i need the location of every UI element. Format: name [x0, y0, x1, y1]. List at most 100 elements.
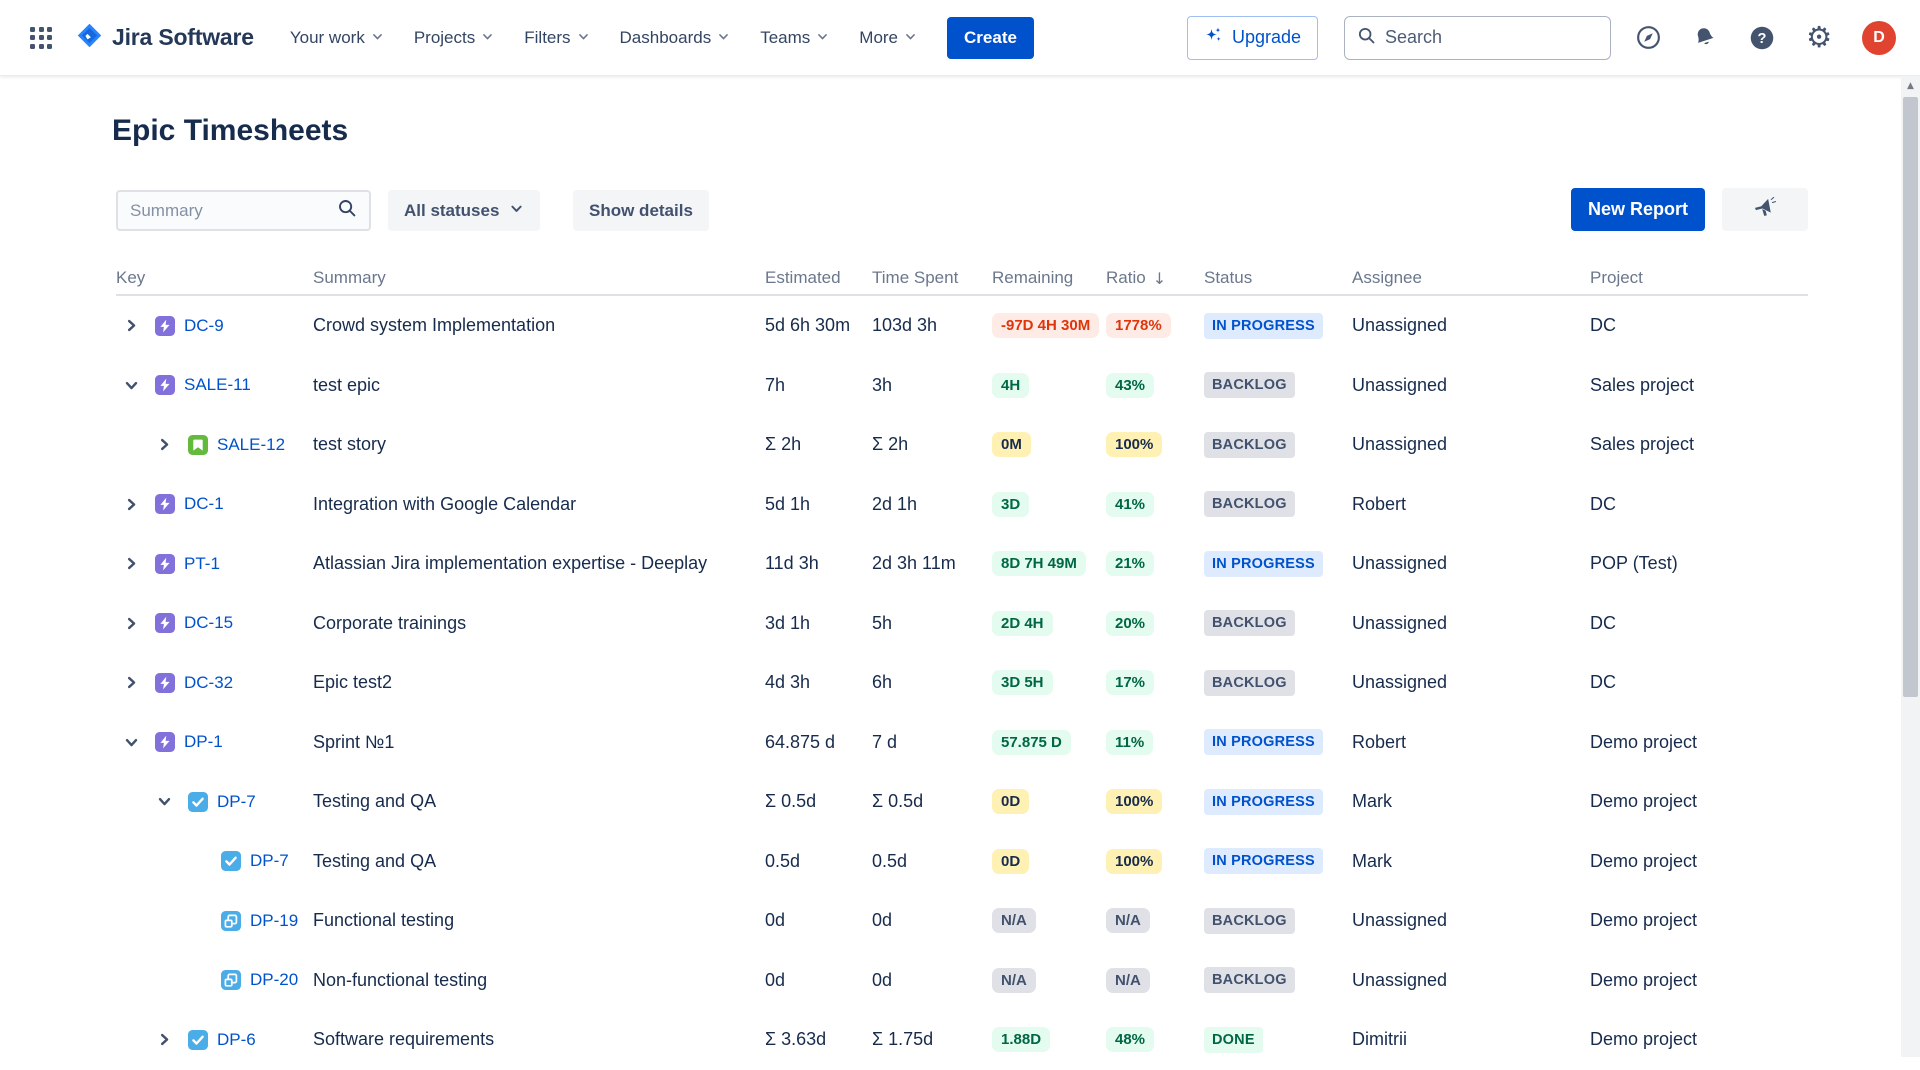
project-name: Demo project — [1590, 970, 1697, 991]
summary-filter[interactable] — [116, 190, 371, 231]
chevron-down-icon[interactable] — [149, 793, 188, 810]
column-header-label: Key — [116, 268, 145, 288]
column-header-summary[interactable]: Summary — [313, 268, 765, 288]
column-header-label: Summary — [313, 268, 386, 288]
summary-filter-input[interactable] — [130, 201, 337, 221]
estimated-value: 7h — [765, 375, 785, 396]
nav-item-more[interactable]: More — [859, 28, 917, 48]
compass-icon[interactable] — [1634, 24, 1662, 52]
status-badge: BACKLOG — [1204, 670, 1295, 696]
jira-logo[interactable]: Jira Software — [76, 22, 254, 54]
column-header-remaining[interactable]: Remaining — [992, 268, 1106, 288]
remaining-badge: 57.875 D — [992, 730, 1071, 755]
ratio-badge: N/A — [1106, 968, 1150, 993]
issue-key-link[interactable]: DP-19 — [250, 911, 298, 931]
app-switcher-icon[interactable] — [30, 27, 52, 49]
estimated-value: 5d 6h 30m — [765, 315, 850, 336]
estimated-value: 11d 3h — [765, 553, 819, 574]
primary-nav: Your work Projects Filters Dashboards Teams M… — [290, 28, 917, 48]
vertical-scrollbar[interactable]: ▲ — [1901, 76, 1920, 1057]
column-header-project[interactable]: Project — [1590, 268, 1808, 288]
table-row: SALE-11test epic7h3h4H43%BACKLOGUnassign… — [116, 356, 1808, 416]
chevron-down-icon[interactable] — [116, 377, 155, 394]
table-row: DP-20Non-functional testing0d0dN/AN/ABAC… — [116, 951, 1808, 1011]
chevron-right-icon[interactable] — [116, 674, 155, 691]
nav-item-teams[interactable]: Teams — [760, 28, 829, 48]
nav-item-dashboards[interactable]: Dashboards — [620, 28, 731, 48]
app-name: Jira Software — [112, 24, 254, 51]
gear-icon[interactable]: ⚙︎ — [1805, 24, 1833, 52]
column-header-time-spent[interactable]: Time Spent — [872, 268, 992, 288]
column-header-status[interactable]: Status — [1204, 268, 1352, 288]
epic-icon — [155, 554, 184, 574]
issue-key-link[interactable]: DP-1 — [184, 732, 223, 752]
ratio-badge: 41% — [1106, 492, 1154, 517]
project-name: DC — [1590, 315, 1616, 336]
project-name: Demo project — [1590, 791, 1697, 812]
chevron-right-icon[interactable] — [116, 496, 155, 513]
nav-item-your-work[interactable]: Your work — [290, 28, 384, 48]
search-input[interactable] — [1385, 27, 1598, 48]
column-header-label: Time Spent — [872, 268, 958, 288]
ratio-badge: 17% — [1106, 670, 1154, 695]
chevron-down-icon[interactable] — [116, 734, 155, 751]
scrollbar-thumb[interactable] — [1903, 97, 1918, 697]
issue-key-link[interactable]: SALE-11 — [184, 375, 251, 395]
issue-summary: Corporate trainings — [313, 613, 466, 634]
remaining-badge: 0M — [992, 432, 1031, 457]
global-search[interactable] — [1344, 16, 1611, 60]
status-badge: BACKLOG — [1204, 967, 1295, 993]
show-details-button[interactable]: Show details — [573, 190, 709, 231]
report-announcement-button[interactable] — [1722, 188, 1808, 231]
project-name: Demo project — [1590, 910, 1697, 931]
issue-key-link[interactable]: DP-20 — [250, 970, 298, 990]
table-row: DC-1Integration with Google Calendar5d 1… — [116, 475, 1808, 535]
issue-key-link[interactable]: DP-6 — [217, 1030, 256, 1050]
column-header-assignee[interactable]: Assignee — [1352, 268, 1590, 288]
time-spent-value: 6h — [872, 672, 892, 693]
assignee-name: Mark — [1352, 791, 1392, 812]
nav-item-label: Teams — [760, 28, 810, 48]
time-spent-value: 3h — [872, 375, 892, 396]
issue-key-link[interactable]: DP-7 — [250, 851, 289, 871]
issue-key-link[interactable]: DP-7 — [217, 792, 256, 812]
assignee-name: Mark — [1352, 851, 1392, 872]
time-spent-value: Σ 0.5d — [872, 791, 923, 812]
user-avatar[interactable]: D — [1862, 21, 1896, 55]
create-button[interactable]: Create — [947, 17, 1034, 59]
assignee-name: Unassigned — [1352, 553, 1447, 574]
table-row: PT-1Atlassian Jira implementation expert… — [116, 534, 1808, 594]
chevron-right-icon[interactable] — [149, 1031, 188, 1048]
issue-key-link[interactable]: SALE-12 — [217, 435, 285, 455]
column-header-ratio[interactable]: Ratio↓ — [1106, 268, 1204, 288]
nav-item-projects[interactable]: Projects — [414, 28, 494, 48]
chevron-right-icon[interactable] — [149, 436, 188, 453]
help-icon[interactable]: ? — [1748, 24, 1776, 52]
new-report-button[interactable]: New Report — [1571, 188, 1705, 231]
chevron-right-icon[interactable] — [116, 555, 155, 572]
issue-key-link[interactable]: DC-32 — [184, 673, 233, 693]
nav-item-filters[interactable]: Filters — [524, 28, 589, 48]
remaining-badge: 3D — [992, 492, 1029, 517]
issue-key-link[interactable]: DC-9 — [184, 316, 224, 336]
chevron-right-icon[interactable] — [116, 615, 155, 632]
task-icon — [221, 851, 250, 871]
estimated-value: Σ 0.5d — [765, 791, 816, 812]
issue-key-link[interactable]: DC-15 — [184, 613, 233, 633]
issue-key-link[interactable]: DC-1 — [184, 494, 224, 514]
estimated-value: 0d — [765, 910, 785, 931]
scroll-up-arrow-icon[interactable]: ▲ — [1901, 78, 1920, 94]
chevron-right-icon[interactable] — [116, 317, 155, 334]
column-header-estimated[interactable]: Estimated — [765, 268, 872, 288]
remaining-badge: 4H — [992, 373, 1029, 398]
column-header-key[interactable]: Key — [116, 268, 313, 288]
nav-item-label: Your work — [290, 28, 365, 48]
status-filter-dropdown[interactable]: All statuses — [388, 190, 540, 231]
search-icon — [337, 198, 357, 223]
issue-key-link[interactable]: PT-1 — [184, 554, 220, 574]
upgrade-button[interactable]: Upgrade — [1187, 16, 1318, 60]
status-badge: BACKLOG — [1204, 610, 1295, 636]
notifications-icon[interactable] — [1691, 24, 1719, 52]
issue-summary: Testing and QA — [313, 851, 436, 872]
project-name: DC — [1590, 494, 1616, 515]
